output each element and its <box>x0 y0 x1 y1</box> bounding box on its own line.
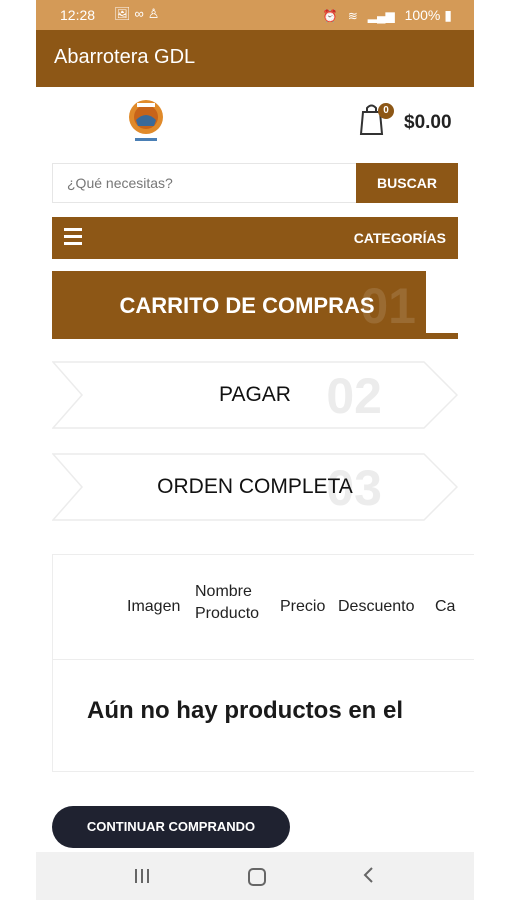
status-time: 12:28 <box>60 7 96 23</box>
notification-icons: 🖼∞♙ <box>114 6 164 21</box>
system-nav-bar <box>36 852 474 900</box>
categories-label: CATEGORÍAS <box>353 230 446 246</box>
cart-count-badge: 0 <box>378 103 394 119</box>
header-image: Imagen <box>127 598 181 615</box>
cart-table: Imagen Nombre Producto Precio Descuento … <box>52 554 474 772</box>
step-pay[interactable]: 02 PAGAR <box>52 361 458 429</box>
hamburger-menu-icon[interactable] <box>64 228 82 248</box>
step-label: PAGAR <box>219 383 291 406</box>
signal-icon: ▂▄▆ <box>367 9 395 23</box>
home-icon[interactable] <box>248 868 266 886</box>
battery-icon: ▮ <box>444 7 452 23</box>
phone-screen: 12:28 🖼∞♙ ⏰ ≋ ▂▄▆ 100% ▮ Abarrotera GDL … <box>36 0 474 900</box>
app-bar: Abarrotera GDL <box>36 30 474 87</box>
store-logo[interactable] <box>126 98 166 146</box>
alarm-icon: ⏰ <box>322 9 338 23</box>
step-complete[interactable]: 03 ORDEN COMPLETA <box>52 453 458 521</box>
categories-bar[interactable]: CATEGORÍAS <box>52 217 458 259</box>
step-accent <box>426 333 458 339</box>
header-product-name: Nombre Producto <box>195 583 260 622</box>
battery-level: 100% <box>404 7 441 23</box>
continue-shopping-button[interactable]: CONTINUAR COMPRANDO <box>52 806 290 848</box>
step-label: ORDEN COMPLETA <box>157 475 353 498</box>
header-discount: Descuento <box>338 598 415 615</box>
status-bar: 12:28 🖼∞♙ ⏰ ≋ ▂▄▆ 100% ▮ <box>36 0 474 30</box>
empty-cart-message: Aún no hay productos en el <box>87 697 404 724</box>
header-price: Precio <box>280 598 326 615</box>
recent-apps-icon[interactable] <box>134 869 152 883</box>
wifi-icon: ≋ <box>347 9 358 23</box>
cart-total[interactable]: $0.00 <box>404 112 452 134</box>
app-title: Abarrotera GDL <box>54 46 196 68</box>
table-header: Imagen Nombre Producto Precio Descuento … <box>53 555 474 660</box>
status-right: ⏰ ≋ ▂▄▆ 100% ▮ <box>323 7 452 24</box>
search-box <box>52 163 358 203</box>
header-quantity: Ca <box>435 598 456 615</box>
search-input[interactable] <box>53 164 347 202</box>
back-icon[interactable] <box>362 866 376 884</box>
step-label: CARRITO DE COMPRAS <box>119 293 375 318</box>
step-cart[interactable]: 01 CARRITO DE COMPRAS <box>52 271 426 339</box>
search-button[interactable]: BUSCAR <box>356 163 458 203</box>
